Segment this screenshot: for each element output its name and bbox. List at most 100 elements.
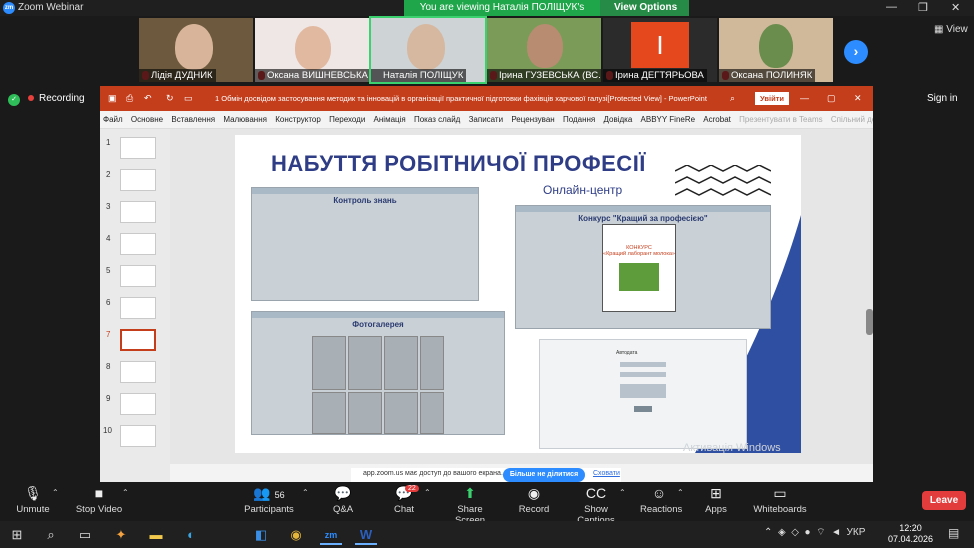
copilot-icon[interactable]: ✦ [110,525,132,545]
slide-thumbnail[interactable] [120,425,156,447]
slide-thumbnail[interactable] [120,297,156,319]
record-button[interactable]: ◉ Record [518,485,550,515]
chevron-up-icon[interactable]: ⌃ [52,488,59,497]
gallery-photo [348,392,382,434]
reactions-button[interactable]: ☺ Reactions [640,485,682,515]
ribbon-tab[interactable]: Acrobat [700,111,734,129]
chevron-up-icon[interactable]: ⌃ [122,488,129,497]
video-tile[interactable]: Ірина ГУЗЕВСЬКА (ВС... [487,18,601,82]
chrome-icon[interactable]: ◉ [285,525,307,545]
chevron-up-icon[interactable]: ⌃ [619,488,626,497]
chevron-right-icon[interactable]: › [844,40,868,64]
slide-thumbnail[interactable] [120,393,156,415]
slide-thumbnail[interactable] [120,361,156,383]
redo-icon[interactable]: ↻ [166,93,174,104]
search-icon[interactable]: ⌕ [730,93,735,104]
undo-icon[interactable]: ↶ [144,93,152,104]
slide-thumbnail[interactable] [120,169,156,191]
form-field [620,362,666,367]
participants-button[interactable]: 👥 56 Participants [244,485,294,515]
view-button[interactable]: ▦ View [934,24,968,35]
chevron-up-icon[interactable]: ⌃ [424,488,431,497]
slide-thumbnail[interactable] [120,265,156,287]
start-icon[interactable]: ⊞ [6,525,28,545]
apps-button[interactable]: ⊞ Apps [704,485,728,515]
slide-thumbnail[interactable] [120,137,156,159]
close-button[interactable]: ✕ [951,1,960,14]
recording-indicator[interactable]: Recording [28,93,85,104]
file-explorer-icon[interactable]: ▬ [145,525,167,545]
zoom-taskbar-icon[interactable]: zm [320,525,342,545]
ribbon-tab[interactable]: Записати [466,111,507,129]
notifications-icon[interactable]: ▤ [948,526,959,540]
dropbox-icon[interactable]: ◈ [778,527,786,538]
slide-thumbnail-selected[interactable] [120,329,156,351]
scroll-thumb[interactable] [866,309,873,335]
video-tile[interactable]: I Ірина ДЕГТЯРЬОВА [603,18,717,82]
whiteboards-button[interactable]: ▭ Whiteboards [753,485,807,515]
video-tile-active[interactable]: Наталія ПОЛІЩУК [369,16,487,84]
word-icon[interactable]: W [355,525,377,545]
slide-number: 4 [106,234,111,243]
captions-icon: CC [585,485,607,501]
ribbon-tab[interactable]: Показ слайд [411,111,463,129]
clock[interactable]: 12:20 07.04.2026 [888,523,933,545]
ribbon-tab[interactable]: Подання [560,111,598,129]
unmute-button[interactable]: 🎙 Unmute [12,485,54,515]
chevron-up-icon[interactable]: ⌃ [677,488,684,497]
hide-link[interactable]: Сховати [593,470,620,477]
minimize-button[interactable]: — [886,1,897,13]
maximize-button[interactable]: ❐ [918,1,928,14]
stop-video-button[interactable]: ■ Stop Video [74,485,124,515]
minimize-icon[interactable]: — [800,93,809,103]
ribbon-tab[interactable]: Малювання [220,111,270,129]
video-tile[interactable]: Оксана ВИШНЕВСЬКА [255,18,369,82]
ribbon-tab[interactable]: Вставлення [168,111,218,129]
qa-button[interactable]: 💬 Q&A [328,485,358,515]
edge-icon[interactable]: ◐ [180,525,202,545]
view-options-button[interactable]: View Options ⌄ [600,0,689,29]
ribbon-tab[interactable]: Конструктор [272,111,324,129]
shield-icon[interactable]: ✓ [8,94,20,106]
network-icon[interactable]: ◇ [791,527,799,538]
wifi-icon[interactable]: ⌔ [816,527,825,538]
microphone-icon[interactable]: ● [804,527,810,538]
slide-thumbnail[interactable] [120,233,156,255]
show-captions-button[interactable]: CCShow Captions [567,485,625,526]
speaker-icon[interactable]: ◄ [831,527,841,538]
chevron-up-icon[interactable]: ⌃ [764,527,772,538]
ribbon-tab[interactable]: Файл [100,111,126,129]
ppt-sign-in-button[interactable]: Увійти [755,92,789,105]
share-screen-button[interactable]: ⬆Share Screen [444,485,496,526]
slideshow-icon[interactable]: ▭ [184,93,193,104]
slide-canvas[interactable]: НАБУТТЯ РОБІТНИЧОЇ ПРОФЕСІЇ Онлайн-центр… [235,135,801,453]
outlook-icon[interactable]: ◧ [250,525,272,545]
participant-name: Оксана ПОЛИНЯК [719,69,816,82]
language-indicator[interactable]: УКР [847,527,866,538]
slide-thumbnail[interactable] [120,201,156,223]
close-icon[interactable]: ✕ [854,93,862,104]
chat-button[interactable]: 💬 Chat 22 [389,485,419,515]
ppt-title: 1 Обмін досвідом застосування методик та… [215,94,707,103]
task-view-icon[interactable]: ▭ [74,525,96,545]
share-button[interactable]: Спільний доступ [828,111,873,129]
maximize-icon[interactable]: ▢ [827,93,836,104]
ribbon-tab[interactable]: Анімація [371,111,409,129]
video-tile[interactable]: Оксана ПОЛИНЯК [719,18,833,82]
stop-sharing-button[interactable]: Більше не ділитися [503,468,585,482]
present-in-teams-button[interactable]: Презентувати в Teams [736,111,826,129]
ribbon-tab[interactable]: Основне [128,111,166,129]
ribbon-tab[interactable]: ABBYY FineRe [638,111,699,129]
vertical-scrollbar[interactable] [866,129,873,464]
system-tray[interactable]: ⌃ ◈ ◇ ● ⌔ ◄ УКР [764,526,865,539]
save-icon[interactable]: ⎙ [126,93,133,104]
sign-in-link[interactable]: Sign in [927,93,958,104]
slide-title: НАБУТТЯ РОБІТНИЧОЇ ПРОФЕСІЇ [271,151,646,176]
video-tile[interactable]: Лідія ДУДНИК [139,18,253,82]
ribbon-tab[interactable]: Довідка [601,111,636,129]
chevron-up-icon[interactable]: ⌃ [302,488,309,497]
search-icon[interactable]: ⌕ [40,525,62,545]
ribbon-tab[interactable]: Переходи [326,111,368,129]
ribbon-tab[interactable]: Рецензуван [508,111,557,129]
leave-button[interactable]: Leave [922,491,966,510]
